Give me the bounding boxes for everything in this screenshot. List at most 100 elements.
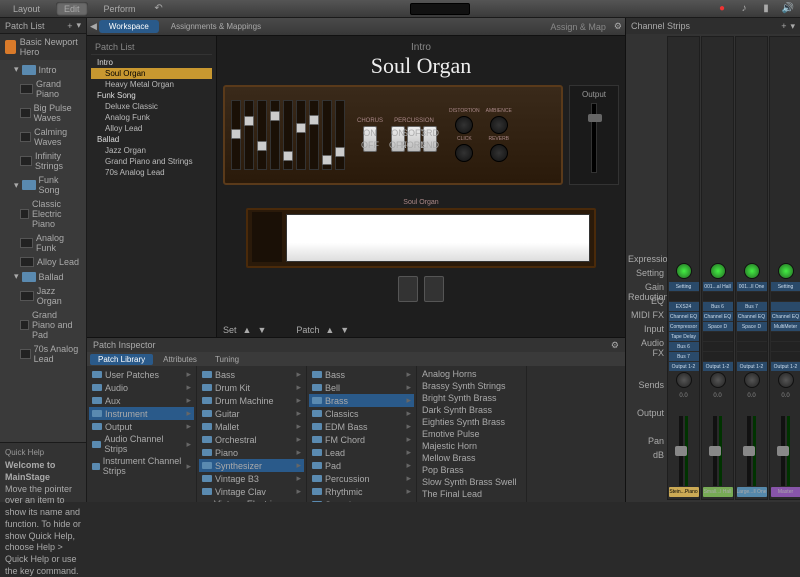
- library-item[interactable]: Audio▸: [89, 381, 194, 394]
- expression-knob[interactable]: [710, 263, 726, 279]
- setting-slot[interactable]: Setting: [771, 282, 800, 291]
- drawbar[interactable]: [283, 100, 293, 170]
- tab-assignments[interactable]: Assignments & Mappings: [161, 20, 271, 33]
- ws-patch-item[interactable]: Deluxe Classic: [91, 101, 212, 112]
- ws-patch-item[interactable]: Soul Organ: [91, 68, 212, 79]
- tab-edit[interactable]: Edit: [56, 2, 88, 16]
- ws-patch-item[interactable]: Grand Piano and Strings: [91, 156, 212, 167]
- gear-icon[interactable]: ⚙: [611, 340, 619, 351]
- send-slot[interactable]: [771, 352, 800, 361]
- library-item[interactable]: Bass▸: [199, 368, 304, 381]
- volume-fader[interactable]: [679, 416, 683, 486]
- library-item[interactable]: User Patches▸: [89, 368, 194, 381]
- send-slot[interactable]: [771, 342, 800, 351]
- strip-menu-icon[interactable]: ▾: [790, 21, 795, 32]
- patch-prev-icon[interactable]: ▲: [325, 325, 334, 335]
- tab-workspace[interactable]: Workspace: [99, 20, 159, 33]
- strip-name[interactable]: Stein...Piano: [669, 487, 699, 497]
- pitch-mod-wheels[interactable]: [252, 212, 282, 262]
- input-slot[interactable]: [771, 302, 800, 311]
- ws-patch-item[interactable]: Heavy Metal Organ: [91, 79, 212, 90]
- drawbar[interactable]: [296, 100, 306, 170]
- ws-patch-item[interactable]: Jazz Organ: [91, 145, 212, 156]
- send-slot[interactable]: [703, 342, 733, 351]
- tab-layout[interactable]: Layout: [5, 2, 48, 16]
- library-item[interactable]: Output▸: [89, 420, 194, 433]
- tab-patch-library[interactable]: Patch Library: [90, 354, 153, 365]
- input-slot[interactable]: Bus 7: [737, 302, 767, 311]
- tab-perform[interactable]: Perform: [96, 2, 144, 16]
- pan-knob[interactable]: [778, 372, 794, 388]
- library-item[interactable]: Instrument Channel Strips▸: [89, 455, 194, 477]
- library-item[interactable]: Aux▸: [89, 394, 194, 407]
- output-slot[interactable]: Output 1-2: [669, 362, 699, 371]
- library-item[interactable]: EDM Bass▸: [309, 420, 414, 433]
- fx-slot[interactable]: Channel EQ: [737, 312, 767, 321]
- drawbar[interactable]: [322, 100, 332, 170]
- add-patch-icon[interactable]: +: [67, 21, 72, 31]
- drawbar[interactable]: [257, 100, 267, 170]
- ws-patch-item[interactable]: Alloy Lead: [91, 123, 212, 134]
- tuner-icon[interactable]: ♪: [737, 2, 751, 16]
- gear-icon[interactable]: ⚙: [614, 21, 622, 32]
- distortion-knob[interactable]: [455, 116, 473, 134]
- library-item[interactable]: Guitar▸: [199, 407, 304, 420]
- add-strip-icon[interactable]: +: [781, 21, 786, 31]
- fx-slot[interactable]: Channel EQ: [669, 312, 699, 321]
- tree-patch[interactable]: Classic Electric Piano: [0, 197, 86, 231]
- setting-slot[interactable]: 001...al Hall: [703, 282, 733, 291]
- library-item[interactable]: Vintage Electric Piano▸: [199, 498, 304, 502]
- reverb-knob[interactable]: [490, 144, 508, 162]
- pan-knob[interactable]: [710, 372, 726, 388]
- perc-switch[interactable]: SOFTNORM: [407, 126, 421, 152]
- expression-knob[interactable]: [744, 263, 760, 279]
- library-item[interactable]: Majestic Horn: [419, 440, 524, 452]
- tab-tuning[interactable]: Tuning: [207, 354, 247, 365]
- set-next-icon[interactable]: ▼: [257, 325, 266, 335]
- drawbar[interactable]: [231, 100, 241, 170]
- library-item[interactable]: FM Chord▸: [309, 433, 414, 446]
- strip-name[interactable]: Master: [771, 487, 800, 497]
- tree-set[interactable]: ▾Ballad: [0, 269, 86, 284]
- sustain-pedal[interactable]: [398, 276, 418, 302]
- library-item[interactable]: Vintage Clav▸: [199, 485, 304, 498]
- ws-patch-item[interactable]: Intro: [91, 57, 212, 68]
- fx-slot[interactable]: Channel EQ: [771, 312, 800, 321]
- eq-slot[interactable]: [771, 292, 800, 301]
- ws-patch-item[interactable]: Analog Funk: [91, 112, 212, 123]
- fx-slot[interactable]: Tape Delay: [669, 332, 699, 341]
- library-item[interactable]: Lead▸: [309, 446, 414, 459]
- output-slot[interactable]: Output 1-2: [703, 362, 733, 371]
- fx-slot[interactable]: Space D: [737, 322, 767, 331]
- setting-slot[interactable]: 001...ll One: [737, 282, 767, 291]
- fx-slot[interactable]: Space D: [703, 322, 733, 331]
- expression-pedal[interactable]: [424, 276, 444, 302]
- volume-icon[interactable]: 🔊: [781, 2, 795, 16]
- library-item[interactable]: Synthesizer▸: [199, 459, 304, 472]
- tree-set[interactable]: ▾Intro: [0, 62, 86, 77]
- ambience-knob[interactable]: [490, 116, 508, 134]
- library-item[interactable]: Drum Kit▸: [199, 381, 304, 394]
- drawbar[interactable]: [335, 100, 345, 170]
- eq-slot[interactable]: [737, 292, 767, 301]
- master-mute-icon[interactable]: ▮: [759, 2, 773, 16]
- tree-set[interactable]: ▾Funk Song: [0, 173, 86, 197]
- library-item[interactable]: Bell▸: [309, 381, 414, 394]
- disclosure-icon[interactable]: ▾: [14, 271, 19, 282]
- library-item[interactable]: Soundscape▸: [309, 498, 414, 502]
- input-slot[interactable]: EXS24: [669, 302, 699, 311]
- chevron-left-icon[interactable]: ◀: [90, 21, 97, 32]
- ws-patch-item[interactable]: Ballad: [91, 134, 212, 145]
- library-item[interactable]: Dark Synth Brass: [419, 404, 524, 416]
- library-item[interactable]: Brass▸: [309, 394, 414, 407]
- volume-fader[interactable]: [747, 416, 751, 486]
- output-fader[interactable]: [591, 103, 597, 173]
- tree-patch[interactable]: Grand Piano and Pad: [0, 308, 86, 342]
- library-item[interactable]: Mellow Brass: [419, 452, 524, 464]
- setting-slot[interactable]: Setting: [669, 282, 699, 291]
- library-item[interactable]: Percussion▸: [309, 472, 414, 485]
- strip-name[interactable]: Large...ll One: [737, 487, 767, 497]
- ws-patch-item[interactable]: Funk Song: [91, 90, 212, 101]
- output-slot[interactable]: Output 1-2: [771, 362, 800, 371]
- pan-knob[interactable]: [676, 372, 692, 388]
